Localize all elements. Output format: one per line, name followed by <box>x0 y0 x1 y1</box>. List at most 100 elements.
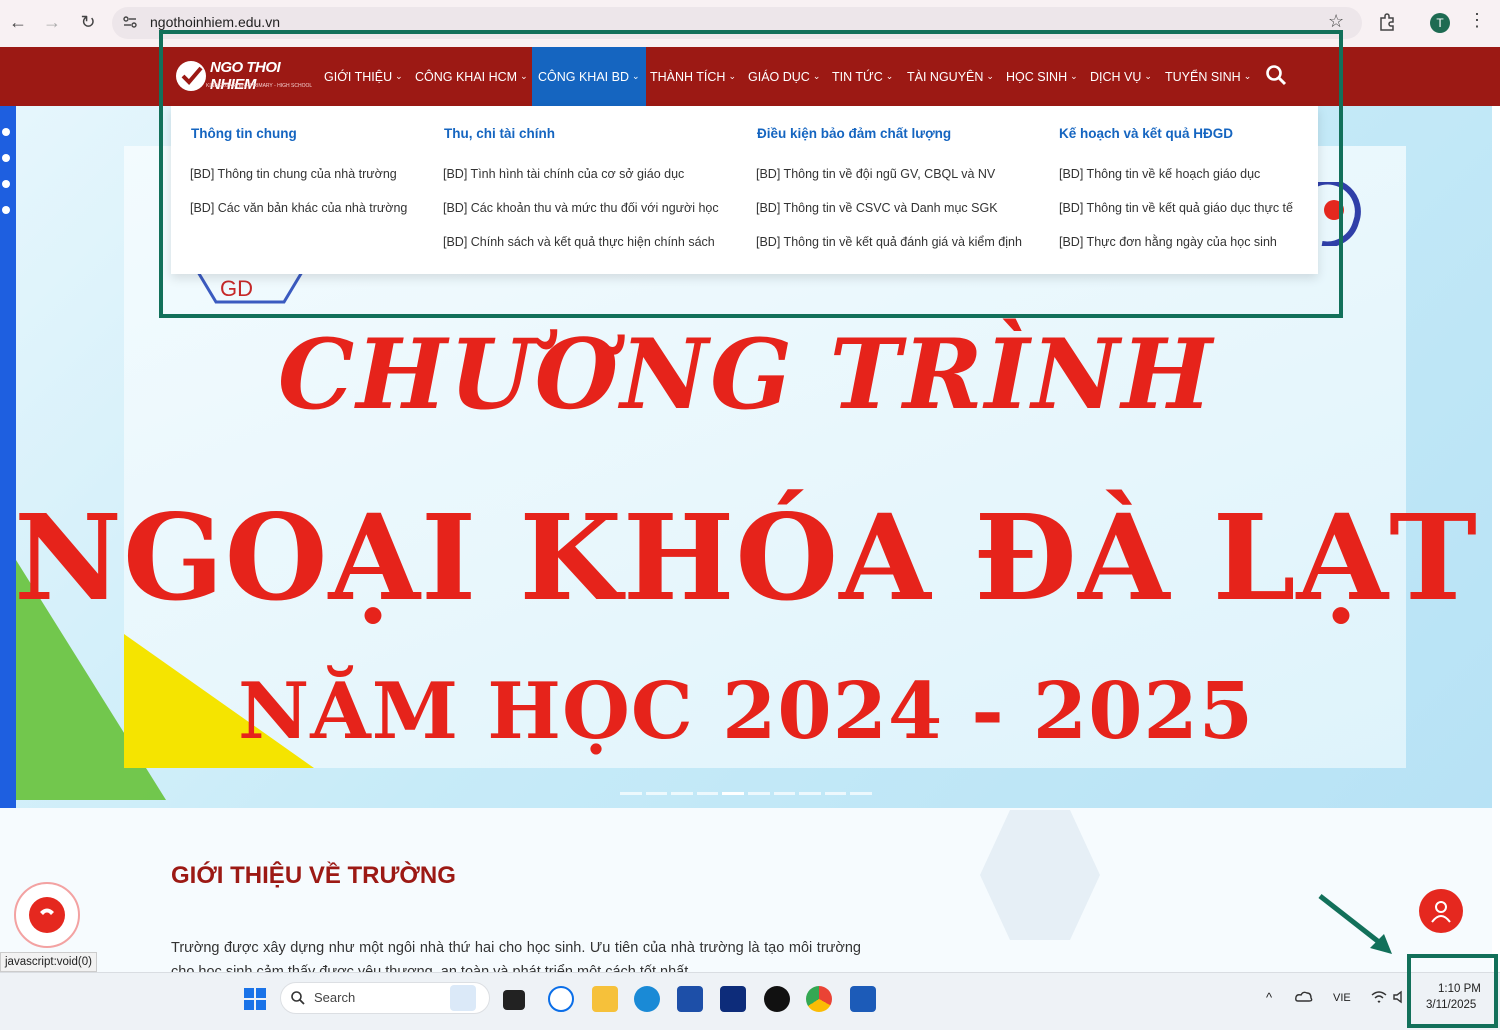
menu-heading-dieu-kien: Điều kiện bảo đảm chất lượng <box>757 126 952 141</box>
nav-thanh-tich[interactable]: THÀNH TÍCH ⌄ <box>650 47 736 106</box>
menu-link[interactable]: [BD] Thông tin về đội ngũ GV, CBQL và NV <box>756 167 995 181</box>
l-app-icon[interactable] <box>720 986 746 1012</box>
menu-link[interactable]: [BD] Tình hình tài chính của cơ sở giáo … <box>443 167 684 181</box>
phone-icon <box>29 897 65 933</box>
menu-heading-ke-hoach: Kế hoạch và kết quả HĐGD <box>1059 126 1234 141</box>
nav-label: TIN TỨC <box>832 69 883 84</box>
nav-label: TÀI NGUYÊN <box>907 69 984 84</box>
nav-label: GIÁO DỤC <box>748 69 810 84</box>
back-icon[interactable]: ← <box>6 10 30 34</box>
chevron-down-icon: ⌄ <box>885 71 894 81</box>
menu-link[interactable]: [BD] Thông tin về CSVC và Danh mục SGK <box>756 201 998 215</box>
nav-cong-khai-bd[interactable]: CÔNG KHAI BD ⌄ <box>532 47 646 106</box>
menu-link[interactable]: [BD] Thực đơn hằng ngày của học sinh <box>1059 235 1277 249</box>
slider-indicators[interactable] <box>620 792 872 795</box>
nav-dich-vu[interactable]: DỊCH VỤ ⌄ <box>1090 47 1152 106</box>
slider-dot[interactable] <box>773 792 796 795</box>
menu-heading-thong-tin-chung: Thông tin chung <box>191 126 297 141</box>
chevron-down-icon: ⌄ <box>1243 71 1252 81</box>
zalo-icon[interactable] <box>548 986 574 1012</box>
url-text[interactable]: ngothoinhiem.edu.vn <box>150 14 280 30</box>
slider-dot-active[interactable] <box>722 792 744 795</box>
profile-avatar[interactable]: T <box>1430 13 1450 33</box>
support-agent-icon <box>1431 901 1451 923</box>
nav-giao-duc[interactable]: GIÁO DỤC ⌄ <box>748 47 820 106</box>
partner-logo <box>1316 182 1361 246</box>
nav-label: CÔNG KHAI HCM <box>415 69 518 84</box>
task-view-icon[interactable] <box>503 990 525 1010</box>
nav-cong-khai-hcm[interactable]: CÔNG KHAI HCM ⌄ <box>415 47 528 106</box>
menu-link[interactable]: [BD] Các văn bản khác của nhà trường <box>190 201 407 215</box>
nav-gioi-thieu[interactable]: GIỚI THIỆU ⌄ <box>324 47 403 106</box>
menu-heading-thu-chi: Thu, chi tài chính <box>444 126 555 141</box>
menu-link[interactable]: [BD] Thông tin về kết quả giáo dục thực … <box>1059 201 1293 215</box>
volume-icon[interactable] <box>1392 990 1408 1004</box>
search-icon[interactable] <box>1265 64 1287 86</box>
slider-dot[interactable] <box>645 792 668 795</box>
menu-link[interactable]: [BD] Thông tin về kết quả đánh giá và ki… <box>756 235 1022 249</box>
logo-subtitle: KINDERGARTEN - PRIMARY - HIGH SCHOOL <box>206 83 313 89</box>
nav-tuyen-sinh[interactable]: TUYỂN SINH ⌄ <box>1165 47 1251 106</box>
nav-label: GIỚI THIỆU <box>324 69 393 84</box>
word-icon[interactable] <box>850 986 876 1012</box>
menu-link[interactable]: [BD] Thông tin về kế hoạch giáo dục <box>1059 167 1260 181</box>
slider-dot[interactable] <box>799 792 821 795</box>
site-settings-icon[interactable] <box>122 14 138 30</box>
nav-label: CÔNG KHAI BD <box>538 69 629 84</box>
forward-icon[interactable]: → <box>40 10 64 34</box>
address-bar[interactable] <box>112 7 1362 39</box>
slider-dot[interactable] <box>671 792 693 795</box>
slider-dot[interactable] <box>620 792 642 795</box>
slider-dot[interactable] <box>747 792 770 795</box>
menu-link[interactable]: [BD] Chính sách và kết quả thực hiện chí… <box>443 235 715 249</box>
hero-title-line2: NGOẠI KHÓA ĐÀ LẠT <box>14 488 1478 627</box>
call-button[interactable] <box>14 882 80 948</box>
side-dots <box>2 128 10 232</box>
browser-menu-icon[interactable]: ⋮ <box>1468 10 1486 31</box>
slider-dot[interactable] <box>824 792 847 795</box>
reload-icon[interactable]: ↻ <box>76 10 100 34</box>
chrome-icon[interactable] <box>806 986 832 1012</box>
onedrive-icon[interactable] <box>1294 989 1314 1005</box>
extensions-icon[interactable] <box>1378 12 1398 32</box>
chevron-down-icon: ⌄ <box>1144 71 1152 81</box>
search-icon <box>291 991 305 1005</box>
store-icon[interactable] <box>677 986 703 1012</box>
taskbar-search-label: Search <box>314 990 356 1005</box>
highlight-annotation-clock <box>1407 954 1498 1028</box>
windows-start-icon[interactable] <box>242 986 268 1012</box>
nav-tai-nguyen[interactable]: TÀI NGUYÊN ⌄ <box>907 47 994 106</box>
logo-check-icon <box>176 61 206 91</box>
tiktok-icon[interactable] <box>764 986 790 1012</box>
chevron-down-icon: ⌄ <box>728 71 737 81</box>
support-agent-button[interactable] <box>1419 889 1463 933</box>
chevron-down-icon: ⌄ <box>986 71 994 81</box>
intro-title: GIỚI THIỆU VỀ TRƯỜNG <box>171 862 456 889</box>
menu-link[interactable]: [BD] Thông tin chung của nhà trường <box>190 167 397 181</box>
chevron-down-icon: ⌄ <box>520 71 528 81</box>
status-bar-url: javascript:void(0) <box>0 952 97 972</box>
nav-tin-tuc[interactable]: TIN TỨC ⌄ <box>832 47 893 106</box>
notes-app-icon[interactable] <box>450 985 476 1011</box>
edge-icon[interactable] <box>634 986 660 1012</box>
gd-badge-text: GD <box>220 276 253 301</box>
screen: { "browser": { "url": "ngothoinhiem.edu.… <box>0 0 1500 1030</box>
bookmark-star-icon[interactable]: ☆ <box>1328 11 1344 32</box>
language-indicator[interactable]: VIE <box>1333 992 1351 1004</box>
slider-dot[interactable] <box>850 792 872 795</box>
nav-label: TUYỂN SINH <box>1165 69 1241 84</box>
annotation-arrow <box>1318 894 1392 954</box>
nav-hoc-sinh[interactable]: HỌC SINH ⌄ <box>1006 47 1078 106</box>
chevron-down-icon: ⌄ <box>395 71 403 81</box>
wifi-icon[interactable] <box>1371 990 1387 1004</box>
hero-title-line1: CHƯƠNG TRÌNH <box>277 318 1215 431</box>
chevron-down-icon: ⌄ <box>812 71 821 81</box>
tray-chevron-up-icon[interactable]: ^ <box>1266 990 1272 1005</box>
menu-link[interactable]: [BD] Các khoản thu và mức thu đối với ng… <box>443 201 719 215</box>
slider-dot[interactable] <box>696 792 719 795</box>
windows-taskbar <box>0 972 1500 1030</box>
chevron-down-icon: ⌄ <box>1070 71 1078 81</box>
chevron-down-icon: ⌄ <box>632 71 640 81</box>
file-explorer-icon[interactable] <box>592 986 618 1012</box>
nav-label: DỊCH VỤ <box>1090 69 1142 84</box>
